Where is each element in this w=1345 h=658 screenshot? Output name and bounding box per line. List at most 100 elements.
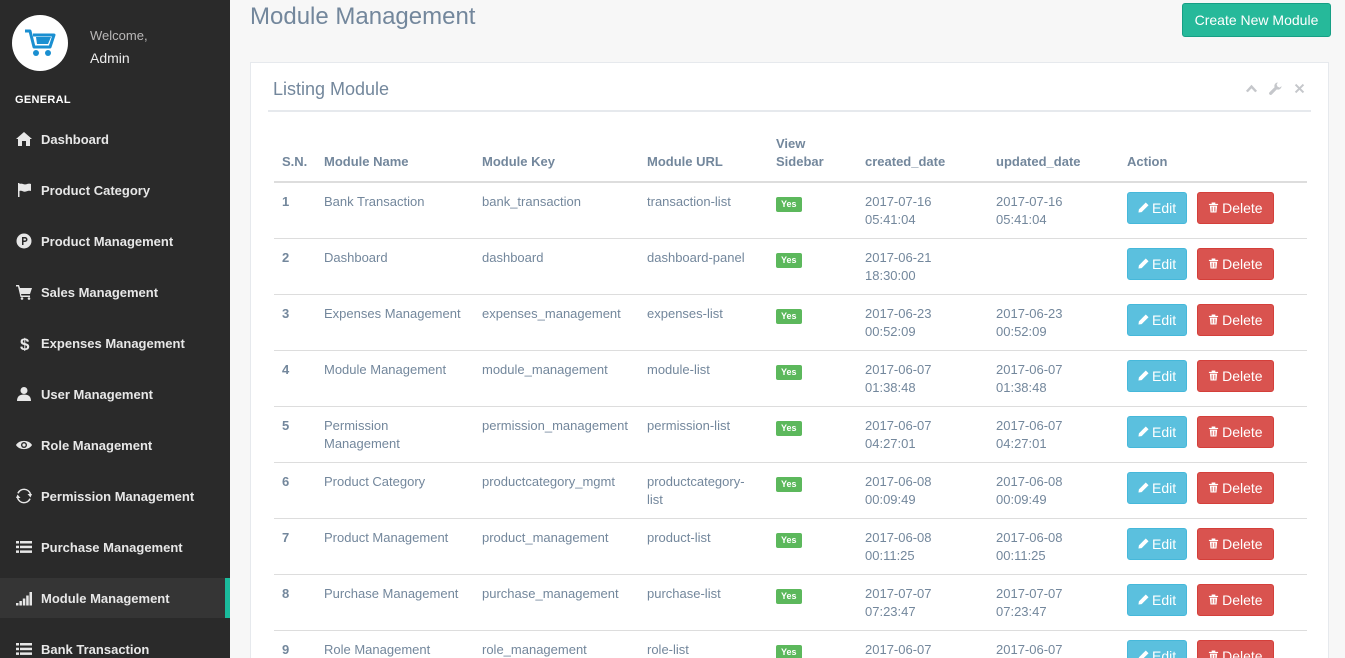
listing-panel: Listing Module S.N. Module Name Module K… [250,62,1329,658]
sidebar-item-label: User Management [41,386,153,402]
column-header-module-url: Module URL [639,135,768,183]
cell-module-name: Product Category [316,461,474,518]
signal-icon [15,589,33,607]
sidebar-item-purchase-management[interactable]: Purchase Management [0,527,230,567]
eye-icon [15,436,33,454]
sidebar-item-dashboard[interactable]: Dashboard [0,119,230,159]
sidebar-item-label: Dashboard [41,131,109,147]
cell-sn: 7 [274,517,316,574]
delete-button[interactable]: Delete [1197,192,1274,224]
dollar-icon: $ [15,334,33,352]
cell-view-sidebar: Yes [768,629,857,658]
delete-label: Delete [1222,367,1263,384]
user-name: Admin [90,50,130,66]
trash-icon [1208,647,1222,658]
cell-created-date: 2017-07-07 07:23:47 [857,573,988,630]
cell-module-key: purchase_management [474,573,639,630]
sidebar-item-product-management[interactable]: Product Management [0,221,230,261]
edit-button[interactable]: Edit [1127,471,1188,504]
cell-sn: 5 [274,405,316,462]
chevron-up-icon[interactable] [1244,81,1258,95]
welcome-text: Welcome, [90,28,148,43]
delete-button[interactable]: Delete [1197,247,1274,280]
edit-button[interactable]: Edit [1127,303,1188,336]
cell-module-url: dashboard-panel [639,237,768,294]
list-icon [15,640,33,658]
edit-button[interactable]: Edit [1127,359,1188,392]
delete-button[interactable]: Delete [1197,583,1274,616]
table-row: 5 Permission Management permission_managem… [274,405,1307,462]
cell-module-url: expenses-list [639,293,768,350]
close-icon[interactable] [1292,81,1306,95]
panel-tools [1244,81,1306,95]
cell-view-sidebar: Yes [768,181,857,238]
sidebar-item-module-management[interactable]: Module Management [0,578,230,618]
pencil-icon [1138,423,1152,441]
edit-label: Edit [1152,367,1177,384]
cell-created-date: 2017-06-07 01:38:48 [857,349,988,406]
cell-module-url: role-list [639,629,768,658]
panel-divider [268,110,1311,112]
delete-button[interactable]: Delete [1197,639,1274,658]
column-header-created-date: created_date [857,135,988,183]
cell-sn: 2 [274,237,316,294]
cart-icon [15,283,33,301]
delete-button[interactable]: Delete [1197,415,1274,448]
table-row: 4 Module Management module_management modul… [274,349,1307,406]
table-header-row: S.N. Module Name Module Key Module URL V… [274,135,1307,183]
delete-button[interactable]: Delete [1197,303,1274,336]
edit-label: Edit [1152,535,1177,552]
cell-action: Edit Delete [1119,349,1307,406]
delete-button[interactable]: Delete [1197,527,1274,560]
delete-label: Delete [1222,591,1263,608]
sidebar-item-bank-transaction[interactable]: Bank Transaction [0,629,230,658]
section-title: GENERAL [15,94,71,106]
cell-updated-date: 2017-06-08 00:09:49 [988,461,1119,518]
cell-module-url: purchase-list [639,573,768,630]
edit-button[interactable]: Edit [1127,583,1188,616]
cell-updated-date: 2017-06-07 [988,629,1119,658]
cell-module-url: productcategory-list [639,461,768,518]
sidebar-item-role-management[interactable]: Role Management [0,425,230,465]
delete-button[interactable]: Delete [1197,359,1274,392]
pencil-icon [1138,199,1152,217]
cell-action: Edit Delete [1119,573,1307,630]
pencil-icon [1138,647,1152,658]
edit-button[interactable]: Edit [1127,192,1188,224]
edit-button[interactable]: Edit [1127,415,1188,448]
sidebar-item-sales-management[interactable]: Sales Management [0,272,230,312]
cell-updated-date: 2017-06-07 01:38:48 [988,349,1119,406]
pencil-icon [1138,591,1152,609]
table-row: 8 Purchase Management purchase_management p… [274,573,1307,630]
edit-label: Edit [1152,591,1177,608]
cell-updated-date: 2017-07-16 05:41:04 [988,181,1119,238]
svg-text:$: $ [20,335,30,351]
status-badge: Yes [776,252,802,268]
cell-module-name: Bank Transaction [316,181,474,238]
cell-module-key: dashboard [474,237,639,294]
edit-label: Edit [1152,423,1177,440]
edit-button[interactable]: Edit [1127,247,1188,280]
sidebar-item-expenses-management[interactable]: $ Expenses Management [0,323,230,363]
create-new-module-button[interactable]: Create New Module [1182,3,1331,37]
cell-action: Edit Delete [1119,237,1307,294]
edit-button[interactable]: Edit [1127,527,1188,560]
column-header-module-name: Module Name [316,135,474,183]
delete-button[interactable]: Delete [1197,471,1274,504]
edit-button[interactable]: Edit [1127,639,1188,658]
sidebar-item-permission-management[interactable]: Permission Management [0,476,230,516]
flag-icon [15,181,33,199]
pencil-icon [1138,535,1152,553]
list-icon [15,538,33,556]
sidebar-item-user-management[interactable]: User Management [0,374,230,414]
sidebar-item-label: Permission Management [41,488,195,504]
cell-view-sidebar: Yes [768,573,857,630]
avatar[interactable] [12,15,68,71]
cell-view-sidebar: Yes [768,517,857,574]
sidebar-item-product-category[interactable]: Product Category [0,170,230,210]
sidebar-item-label: Role Management [41,437,153,453]
wrench-icon[interactable] [1268,81,1282,95]
trash-icon [1208,367,1222,385]
status-badge: Yes [776,476,802,492]
cell-module-url: permission-list [639,405,768,462]
